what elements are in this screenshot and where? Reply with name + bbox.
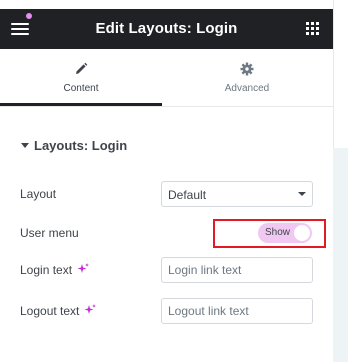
tab-advanced-label: Advanced — [224, 83, 270, 94]
logout-text-input[interactable] — [161, 298, 313, 324]
page-title: Edit Layouts: Login — [95, 20, 238, 37]
tab-content-label: Content — [63, 83, 99, 94]
login-text-label: Login text — [20, 263, 73, 277]
layout-select[interactable]: Default — [161, 181, 313, 207]
chevron-down-icon — [298, 192, 306, 196]
section-title: Layouts: Login — [34, 138, 128, 153]
logout-text-label: Logout text — [20, 304, 80, 318]
ai-sparkle-icon[interactable] — [84, 304, 97, 319]
section-header[interactable]: Layouts: Login — [21, 138, 127, 153]
user-menu-label: User menu — [20, 226, 79, 240]
preview-area — [333, 148, 348, 362]
user-menu-toggle[interactable]: Show — [258, 223, 312, 243]
tab-advanced[interactable]: Advanced — [166, 49, 328, 106]
toggle-knob — [294, 225, 310, 241]
apps-grid-icon[interactable] — [306, 22, 319, 35]
caret-down-icon — [21, 143, 29, 148]
login-text-row-label: Login text — [20, 263, 90, 278]
right-edge-strip — [333, 0, 348, 362]
gear-icon — [166, 62, 328, 76]
tab-content[interactable]: Content — [0, 49, 162, 106]
layout-select-value: Default — [168, 188, 207, 202]
notification-dot — [26, 13, 32, 19]
logout-text-row-label: Logout text — [20, 304, 97, 319]
panel-tabs: Content Advanced — [0, 49, 333, 107]
toggle-label: Show — [265, 227, 291, 238]
login-text-input[interactable] — [161, 257, 313, 283]
panel-header: Edit Layouts: Login — [0, 9, 333, 49]
pencil-icon — [0, 62, 162, 76]
ai-sparkle-icon[interactable] — [77, 263, 90, 278]
layout-label: Layout — [20, 187, 57, 201]
